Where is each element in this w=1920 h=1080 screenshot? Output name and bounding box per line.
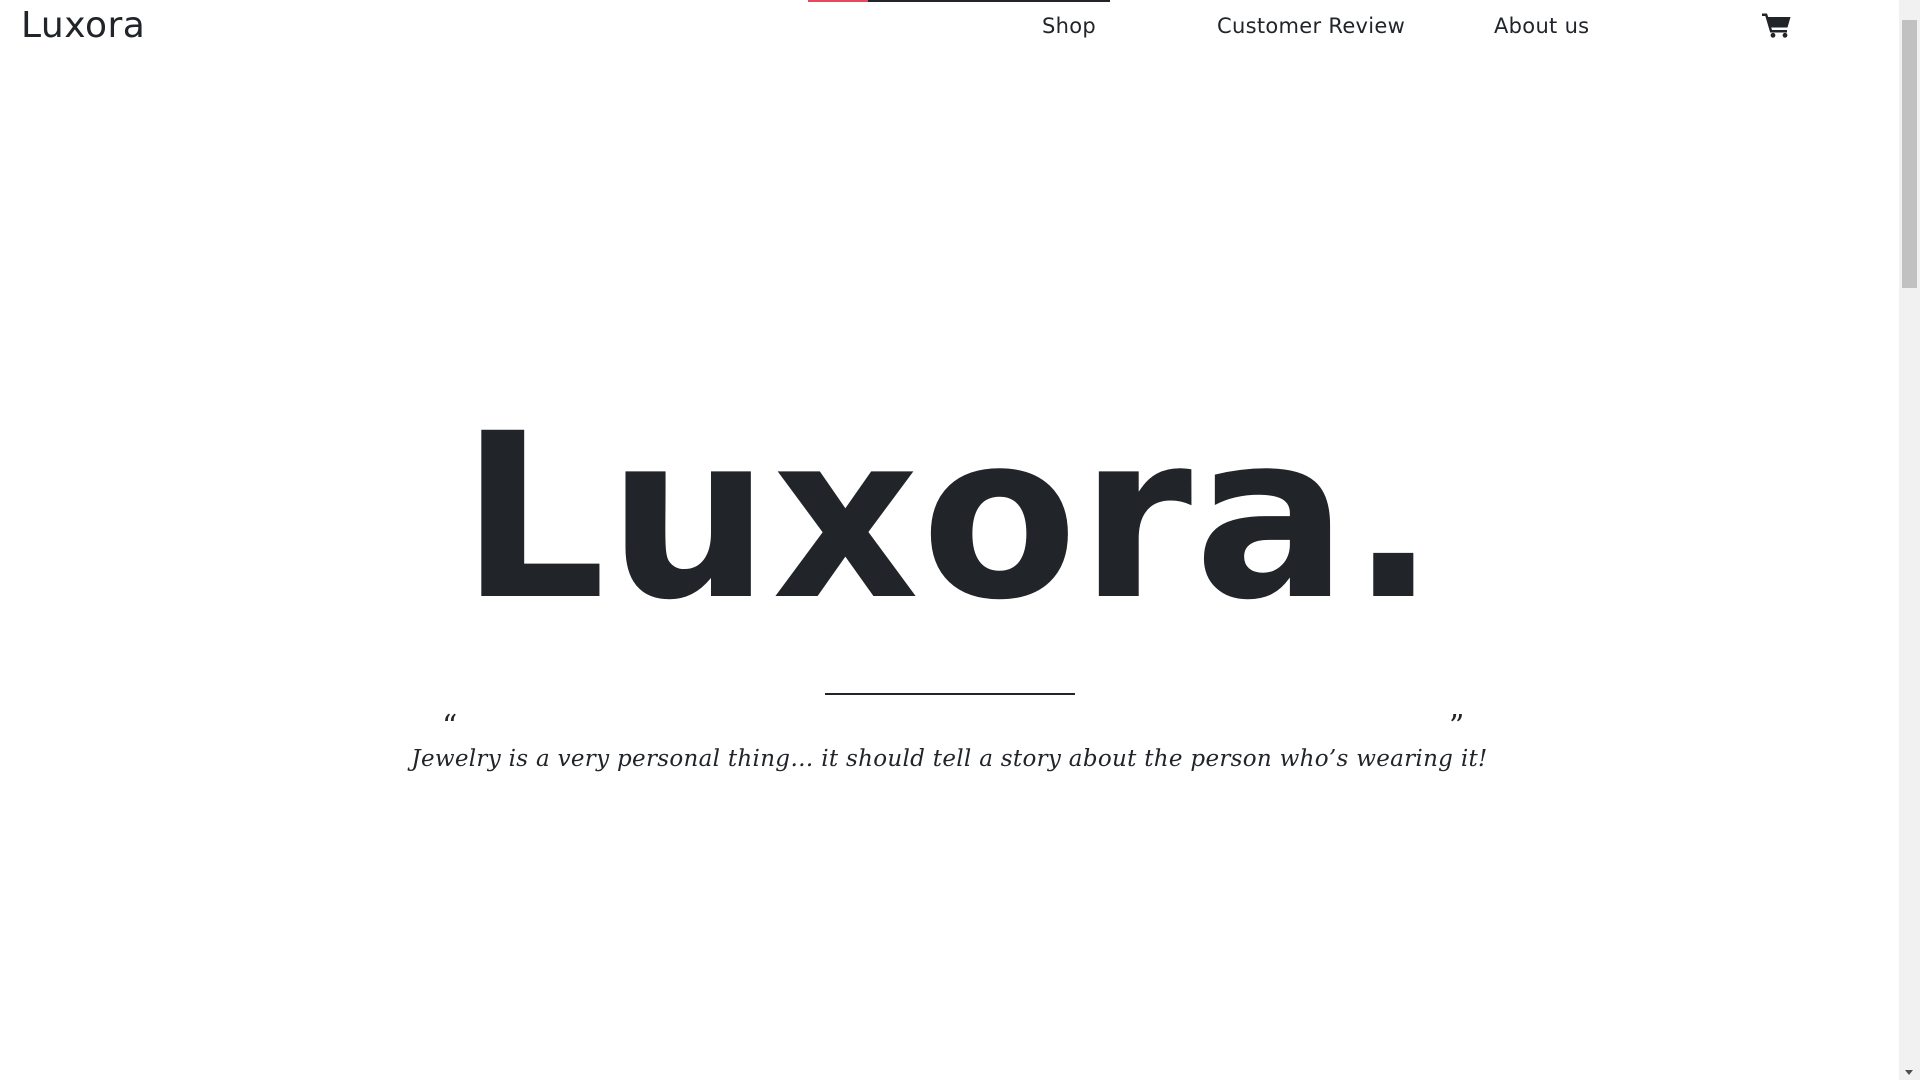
quote-close-mark: ” xyxy=(1449,709,1465,744)
scroll-down-arrow-icon[interactable] xyxy=(1905,1070,1913,1075)
cart-button[interactable] xyxy=(1762,12,1792,38)
hero-divider xyxy=(825,693,1075,695)
quote-open-mark: “ xyxy=(442,709,458,744)
nav-link-about-us[interactable]: About us xyxy=(1494,13,1589,39)
active-indicator-bar xyxy=(808,0,1110,2)
navbar: Luxora Shop Customer Review About us xyxy=(0,0,1899,52)
vertical-scrollbar[interactable] xyxy=(1899,0,1920,1080)
brand-logo-link[interactable]: Luxora xyxy=(21,4,145,48)
active-indicator-accent xyxy=(808,0,868,2)
hero-title: Luxora. xyxy=(460,384,1439,650)
nav-link-customer-review[interactable]: Customer Review xyxy=(1217,13,1405,39)
hero-quote: Jewelry is a very personal thing… it sho… xyxy=(411,746,1488,772)
scrollbar-thumb[interactable] xyxy=(1902,20,1917,288)
page: Luxora Shop Customer Review About us Lux… xyxy=(0,0,1920,1080)
shopping-cart-icon xyxy=(1762,13,1791,38)
nav-link-shop[interactable]: Shop xyxy=(1042,13,1096,39)
